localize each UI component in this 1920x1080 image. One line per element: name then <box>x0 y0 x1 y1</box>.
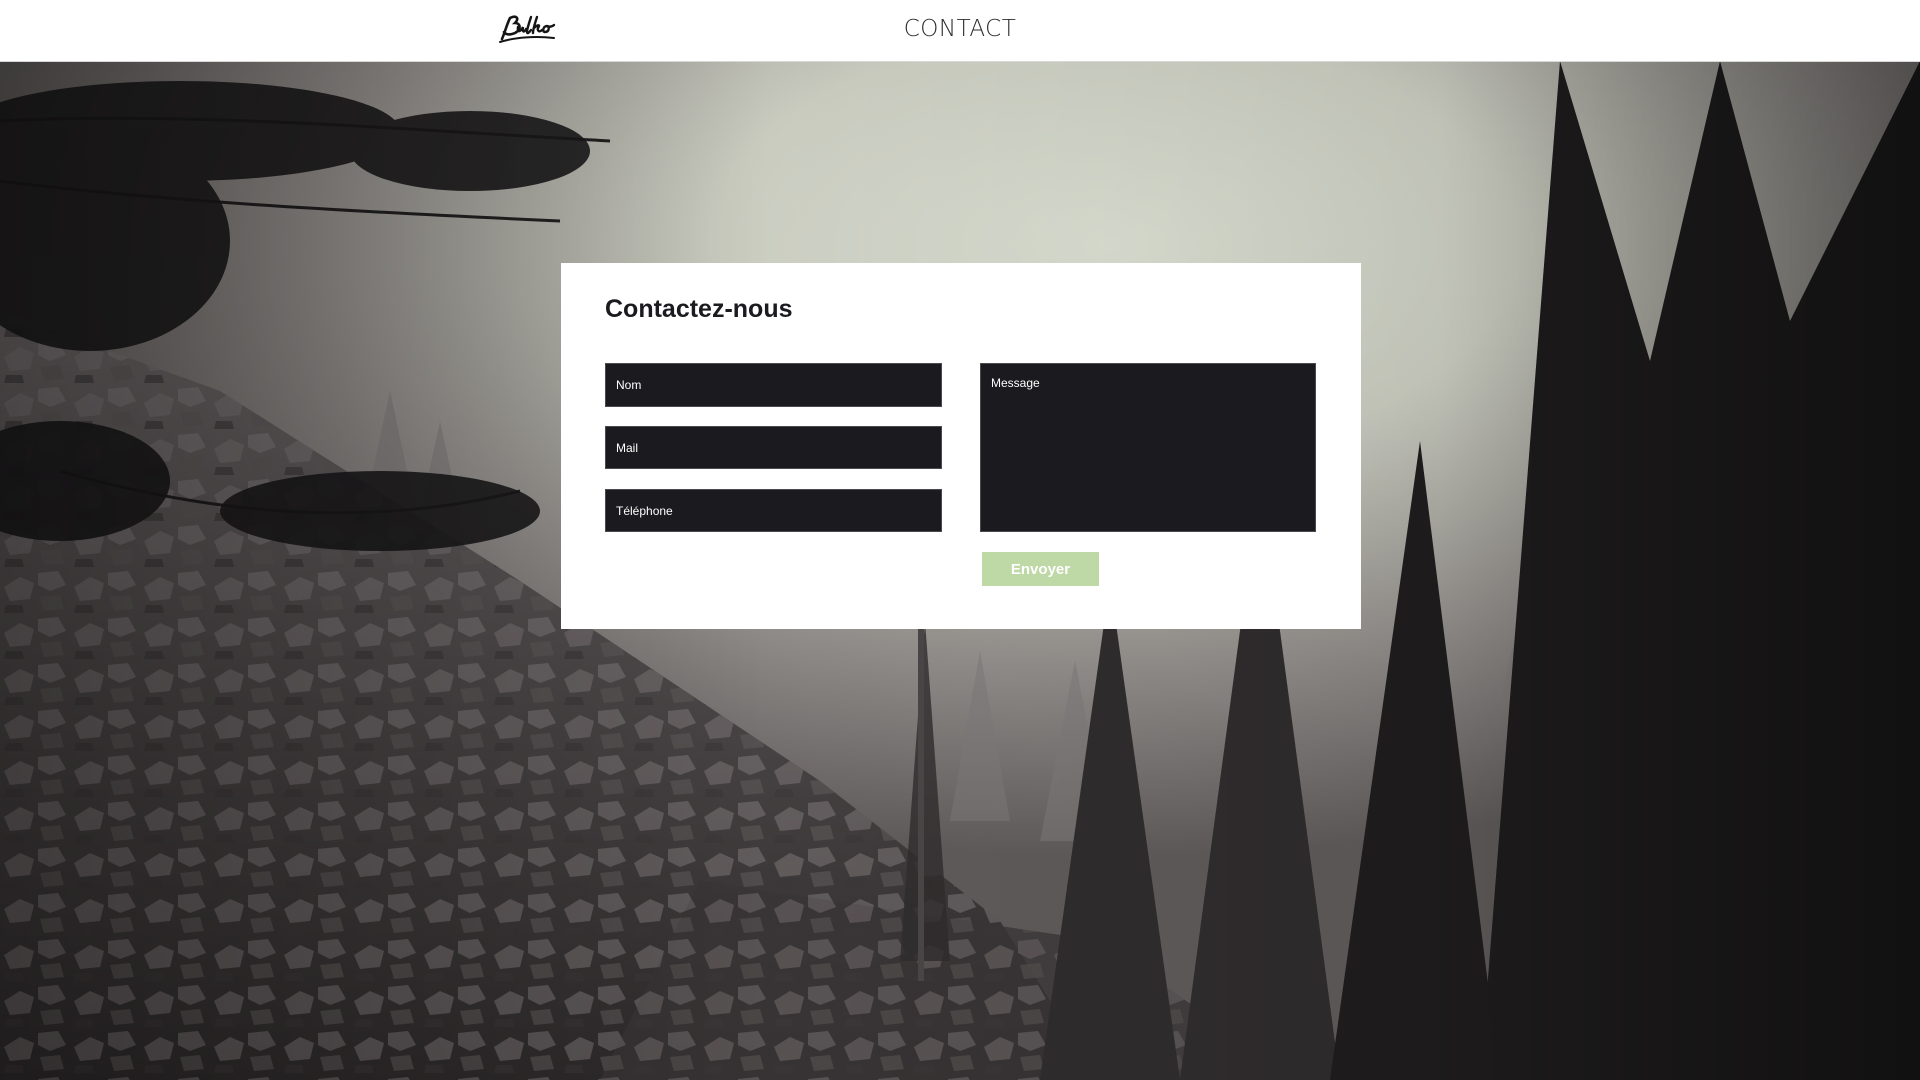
site-header: CONTACT <box>0 0 1920 62</box>
name-input[interactable] <box>605 363 942 407</box>
phone-input[interactable] <box>605 489 942 532</box>
contact-title: Contactez-nous <box>605 295 793 323</box>
nav-title-contact[interactable]: CONTACT <box>0 0 1920 58</box>
message-textarea[interactable] <box>980 363 1316 532</box>
send-button[interactable]: Envoyer <box>982 552 1099 586</box>
mail-input[interactable] <box>605 426 942 469</box>
contact-card: Contactez-nous Envoyer <box>561 263 1361 629</box>
